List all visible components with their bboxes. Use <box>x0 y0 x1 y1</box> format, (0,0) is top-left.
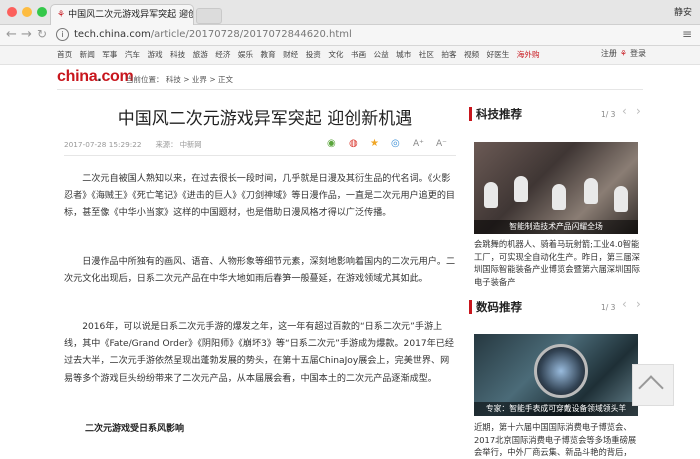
robot-figure <box>552 184 566 210</box>
section-marker <box>469 300 472 314</box>
url-domain: tech.china.com <box>74 29 151 40</box>
register-link[interactable]: 注册 <box>601 49 617 58</box>
tech-image-caption: 智能制造技术产品闪耀全场 <box>474 220 638 234</box>
back-arrow-icon[interactable]: ← <box>6 25 17 45</box>
article-paragraph: 日漫作品中所独有的画风、语音、人物形象等细节元素，深刻地影响着国内的二次元用户。… <box>64 257 456 285</box>
nav-link-city[interactable]: 城市 <box>396 50 411 59</box>
article-subheading: 二次元游戏受日系风影响 <box>85 424 185 434</box>
qq-icon[interactable]: ◎ <box>391 138 400 149</box>
wechat-icon[interactable]: ◉ <box>327 138 336 149</box>
browser-tab[interactable]: ⚘ 中国风二次元游戏异军突起 迎创 ✕ <box>50 4 194 25</box>
article-paragraph: 二次元自被国人熟知以来，在过去很长一段时间，几乎就是日漫及其衍生品的代名词。《火… <box>64 174 456 219</box>
nav-link-economy[interactable]: 经济 <box>215 50 230 59</box>
login-area: 注册 ⚘ 登录 <box>601 48 646 59</box>
digital-page-indicator: 1/ 3 <box>601 303 616 312</box>
article-meta: 2017-07-28 15:29:22 来源： 中新网 <box>64 140 202 150</box>
forward-arrow-icon[interactable]: → <box>21 25 32 45</box>
tab-close-icon[interactable]: ✕ <box>180 5 188 25</box>
article-paragraph: 2016年，可以说是日系二次元手游的爆发之年，这一年有超过百款的“日系二次元”手… <box>64 322 454 384</box>
nav-link-news[interactable]: 新闻 <box>80 50 95 59</box>
minimize-window-button[interactable] <box>22 7 32 17</box>
section-marker <box>469 107 472 121</box>
close-window-button[interactable] <box>7 7 17 17</box>
site-info-icon[interactable]: i <box>56 28 69 41</box>
nav-link-travel[interactable]: 旅游 <box>193 50 208 59</box>
nav-link-doctor[interactable]: 好医生 <box>487 50 510 59</box>
site-logo[interactable]: china.com <box>57 68 134 86</box>
new-tab-button[interactable] <box>196 8 222 24</box>
url-path: /article/20170728/2017072844620.html <box>150 29 352 40</box>
nav-link-education[interactable]: 教育 <box>260 50 275 59</box>
chevron-up-icon <box>638 375 664 401</box>
login-link[interactable]: 登录 <box>630 49 646 58</box>
nav-link-tech[interactable]: 科技 <box>170 50 185 59</box>
digital-image-caption: 专家：智能手表成可穿戴设备领域领头羊 <box>474 402 638 416</box>
tech-prev-arrow-icon[interactable]: ‹ <box>622 104 627 118</box>
logo-main: china <box>57 68 98 85</box>
address-bar[interactable]: i tech.china.com/article/20170728/201707… <box>56 28 674 42</box>
digital-recommend-heading: 数码推荐 <box>476 300 522 314</box>
font-increase-icon[interactable]: A⁺ <box>413 139 424 149</box>
tech-recommend-desc[interactable]: 会跳舞的机器人、骑着马玩射箭;工业4.0智能工厂，可实现全自动化生产。昨日，第三… <box>474 238 642 288</box>
tech-page-indicator: 1/ 3 <box>601 110 616 119</box>
nav-link-finance[interactable]: 财经 <box>283 50 298 59</box>
article-source: 来源： 中新网 <box>155 140 202 149</box>
header-divider <box>57 89 643 90</box>
breadcrumb[interactable]: 当前位置： 科技 > 业界 > 正文 <box>126 74 233 85</box>
article-date: 2017-07-28 15:29:22 <box>64 140 142 149</box>
reload-icon[interactable]: ↻ <box>37 24 47 44</box>
back-to-top-button[interactable] <box>632 364 674 406</box>
nav-link-entertainment[interactable]: 娱乐 <box>238 50 253 59</box>
nav-link-games[interactable]: 游戏 <box>147 50 162 59</box>
nav-link-photographer[interactable]: 拍客 <box>441 50 456 59</box>
digital-next-arrow-icon[interactable]: › <box>636 297 641 311</box>
tab-title: 中国风二次元游戏异军突起 迎创 <box>68 10 194 20</box>
browser-user-name[interactable]: 静安 <box>674 5 692 18</box>
digital-recommend-desc[interactable]: 近期，第十六届中国国际消费电子博览会、2017北京国际消费电子博览会等多场重磅展… <box>474 421 642 459</box>
nav-link-military[interactable]: 军事 <box>102 50 117 59</box>
site-nav-links: 首页 新闻 军事 汽车 游戏 科技 旅游 经济 娱乐 教育 财经 投资 文化 书… <box>57 49 545 60</box>
nav-link-community[interactable]: 社区 <box>419 50 434 59</box>
nav-link-video[interactable]: 视频 <box>464 50 479 59</box>
nav-link-overseas-shop[interactable]: 海外购 <box>517 50 540 59</box>
article-divider <box>64 155 456 156</box>
robot-figure <box>614 186 628 212</box>
weibo-icon[interactable]: ◍ <box>349 138 358 149</box>
nav-link-culture[interactable]: 文化 <box>328 50 343 59</box>
nav-link-auto[interactable]: 汽车 <box>125 50 140 59</box>
smartwatch-figure <box>534 344 588 398</box>
robot-figure <box>484 182 498 208</box>
nav-link-invest[interactable]: 投资 <box>306 50 321 59</box>
font-decrease-icon[interactable]: A⁻ <box>436 139 447 149</box>
robot-figure <box>514 176 528 202</box>
nav-link-home[interactable]: 首页 <box>57 50 72 59</box>
digital-recommend-image[interactable]: 专家：智能手表成可穿戴设备领域领头羊 <box>474 334 638 416</box>
maximize-window-button[interactable] <box>37 7 47 17</box>
browser-menu-icon[interactable]: ≡ <box>682 27 692 41</box>
robot-figure <box>584 178 598 204</box>
article-title: 中国风二次元游戏异军突起 迎创新机遇 <box>117 109 413 129</box>
star-icon[interactable]: ★ <box>370 138 379 149</box>
digital-prev-arrow-icon[interactable]: ‹ <box>622 297 627 311</box>
tech-next-arrow-icon[interactable]: › <box>636 104 641 118</box>
user-icon: ⚘ <box>619 49 627 58</box>
site-favicon-icon: ⚘ <box>57 10 66 20</box>
tech-recommend-image[interactable]: 智能制造技术产品闪耀全场 <box>474 142 638 234</box>
nav-link-art[interactable]: 书画 <box>351 50 366 59</box>
nav-link-charity[interactable]: 公益 <box>374 50 389 59</box>
tech-recommend-heading: 科技推荐 <box>476 107 522 121</box>
